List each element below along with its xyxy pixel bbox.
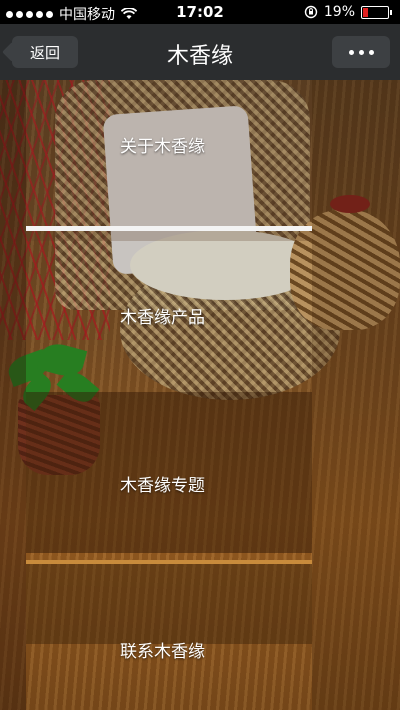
more-icon[interactable]	[332, 36, 390, 68]
battery-fill	[363, 7, 368, 17]
background-photo: 关于木香缘 木香缘产品 木香缘专题 联系木香缘	[0, 80, 400, 710]
menu-item-label: 木香缘产品	[120, 308, 205, 328]
menu-item-products[interactable]: 木香缘产品	[26, 231, 312, 392]
menu-item-topics[interactable]: 木香缘专题	[26, 392, 312, 553]
menu: 关于木香缘 木香缘产品 木香缘专题 联系木香缘	[26, 80, 312, 710]
right-shade	[312, 80, 400, 710]
battery-percent: 19%	[323, 4, 355, 20]
menu-item-label: 木香缘专题	[120, 476, 205, 496]
status-bar: 中国移动 17:02 19%	[0, 0, 400, 24]
status-right: 19%	[304, 4, 392, 20]
rotation-lock-icon	[304, 5, 318, 19]
battery-icon	[361, 5, 389, 19]
battery-tip	[390, 9, 392, 15]
menu-item-contact[interactable]: 联系木香缘	[26, 564, 312, 662]
menu-item-label: 关于木香缘	[120, 137, 205, 157]
menu-divider	[26, 226, 312, 231]
left-shade	[0, 80, 26, 710]
menu-item-about[interactable]: 关于木香缘	[26, 80, 312, 241]
menu-divider	[26, 560, 312, 564]
menu-item-label: 联系木香缘	[120, 642, 205, 662]
navigation-bar: 返回 木香缘	[0, 24, 400, 80]
